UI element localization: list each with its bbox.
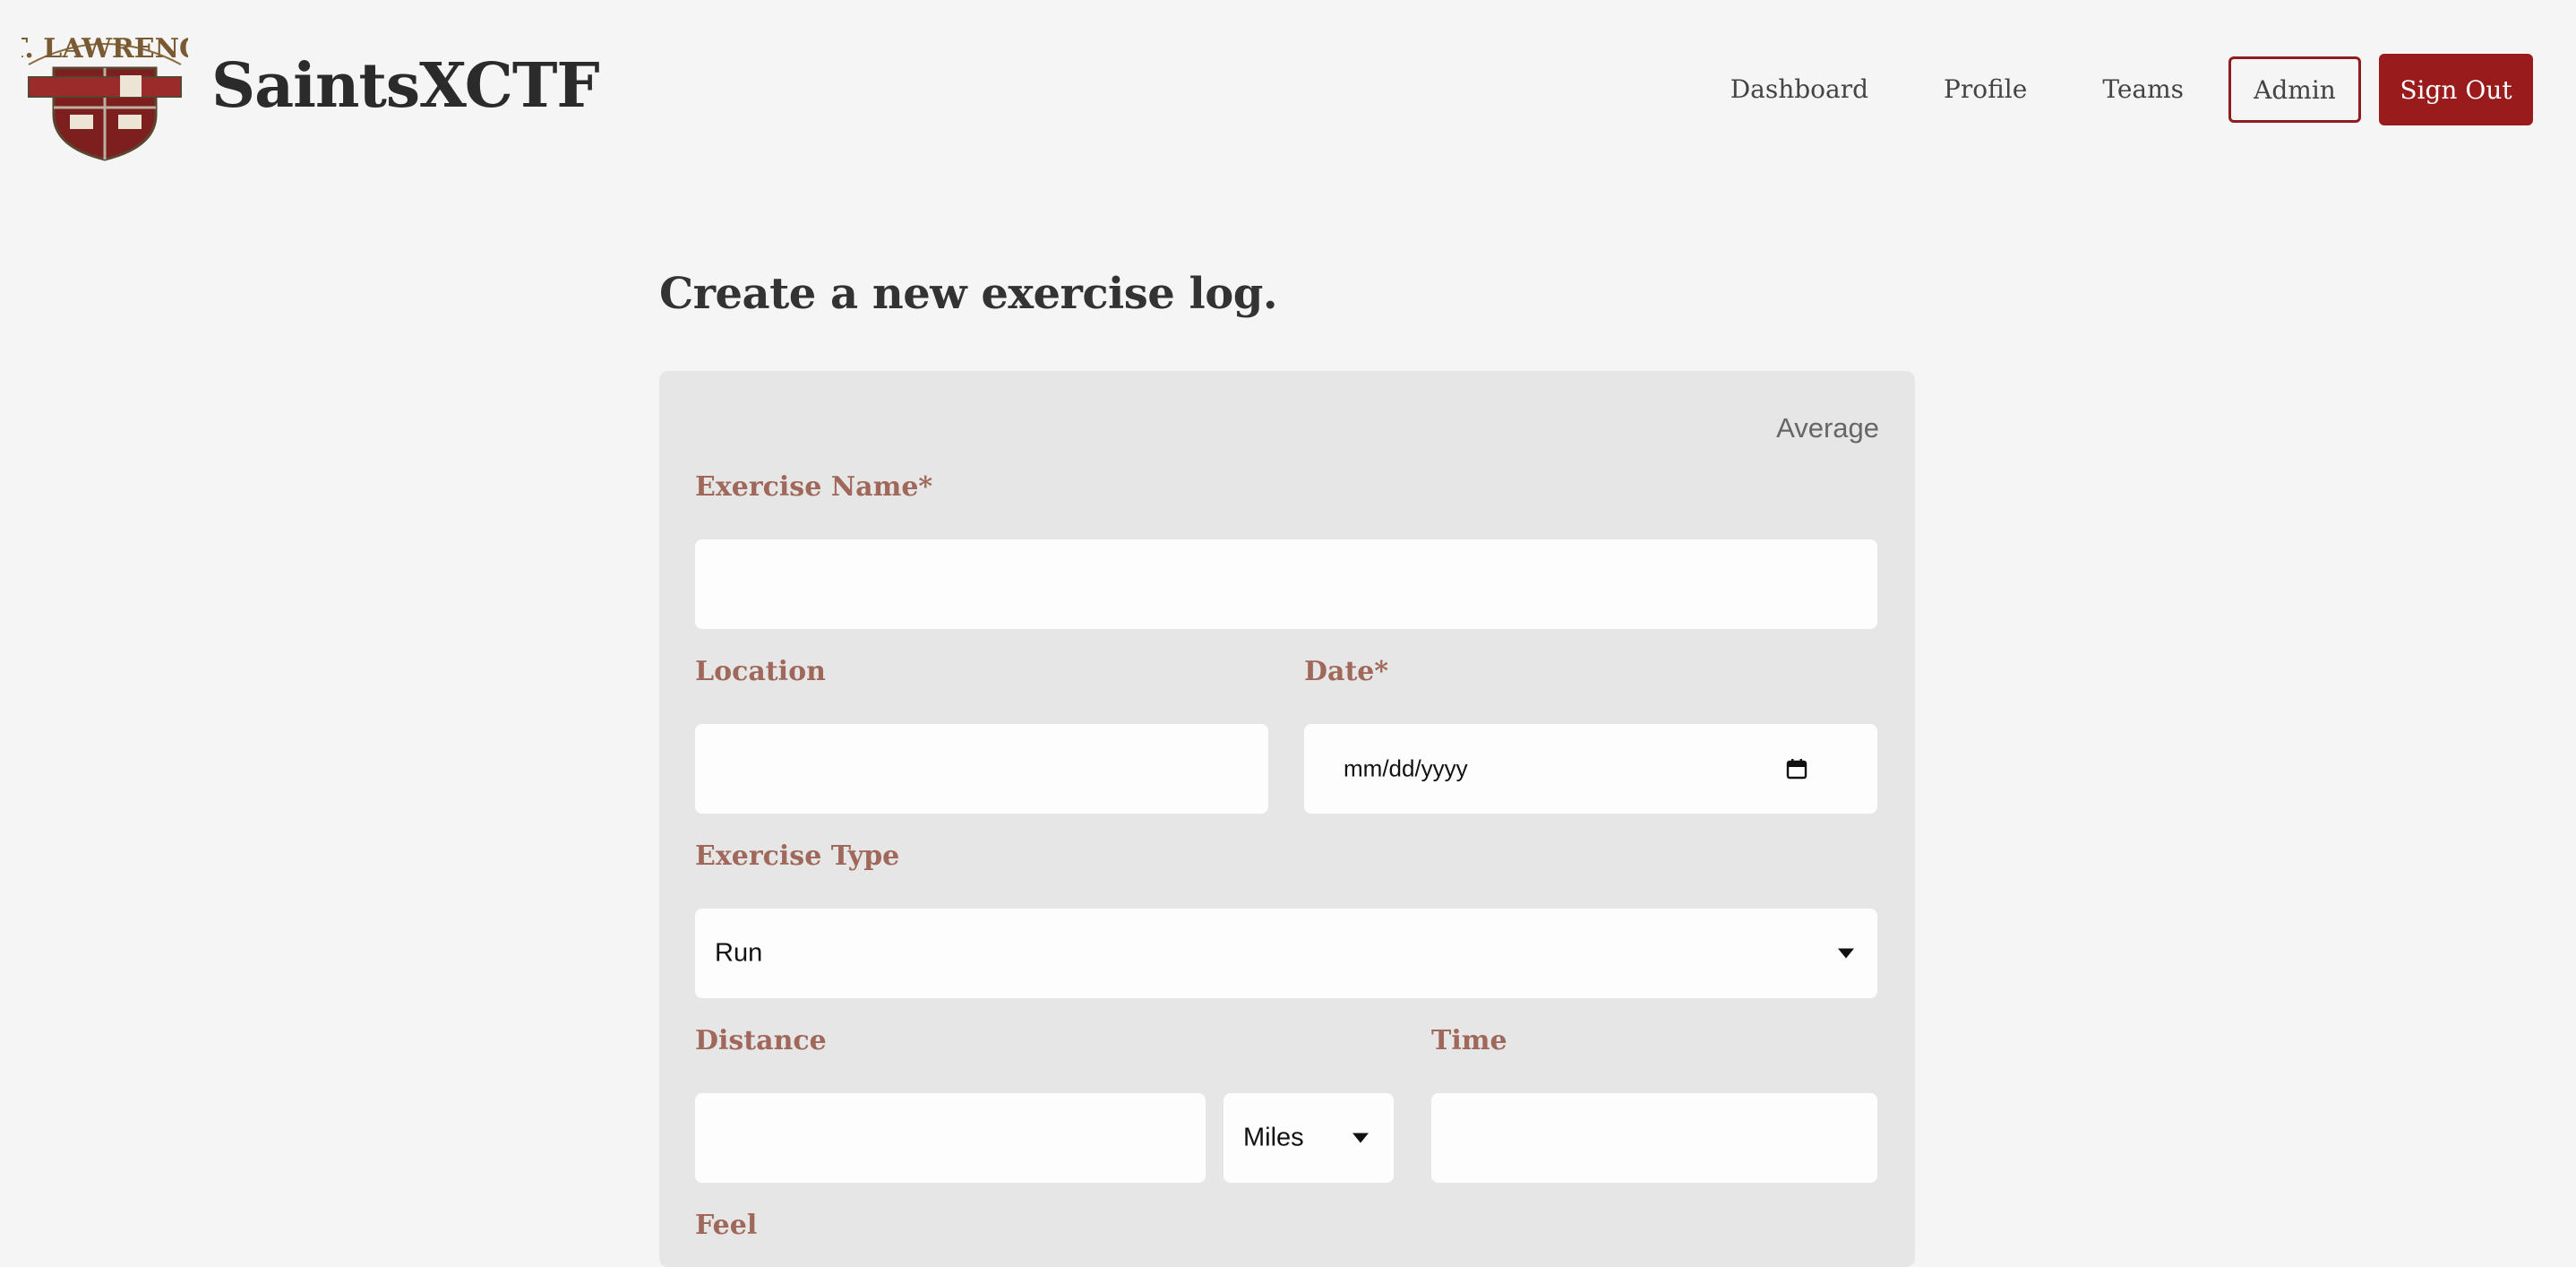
time-label: Time	[1431, 1025, 1507, 1056]
distance-unit-select[interactable]: Miles	[1224, 1093, 1394, 1183]
exercise-type-label: Exercise Type	[695, 840, 900, 872]
exercise-log-form: Average Exercise Name* Location Date* mm…	[659, 371, 1915, 1267]
date-placeholder: mm/dd/yyyy	[1344, 754, 1468, 782]
feel-label: Feel	[695, 1210, 758, 1241]
calendar-icon[interactable]	[1786, 758, 1807, 780]
distance-input[interactable]	[695, 1093, 1206, 1183]
main-nav: Dashboard Profile Teams Admin Sign Out	[1693, 54, 2533, 125]
page-title: Create a new exercise log.	[659, 269, 1278, 319]
feel-indicator: Average	[1776, 412, 1879, 444]
sign-out-button[interactable]: Sign Out	[2379, 54, 2533, 125]
date-label: Date*	[1304, 656, 1389, 687]
site-title[interactable]: SaintsXCTF	[211, 50, 600, 122]
date-input[interactable]: mm/dd/yyyy	[1304, 724, 1877, 814]
site-header: ST. LAWRENCE SaintsXCTF Dashboard Profil…	[0, 0, 2576, 179]
exercise-name-input[interactable]	[695, 539, 1877, 629]
nav-dashboard-link[interactable]: Dashboard	[1693, 54, 1906, 125]
chevron-down-icon	[1838, 948, 1854, 959]
nav-teams-link[interactable]: Teams	[2065, 54, 2221, 125]
distance-label: Distance	[695, 1025, 827, 1056]
logo-text: ST. LAWRENCE	[21, 33, 188, 65]
chevron-down-icon	[1352, 1133, 1369, 1143]
nav-profile-link[interactable]: Profile	[1906, 54, 2065, 125]
location-input[interactable]	[695, 724, 1268, 814]
exercise-name-label: Exercise Name*	[695, 471, 933, 503]
time-input[interactable]	[1431, 1093, 1877, 1183]
exercise-type-value: Run	[715, 938, 763, 968]
distance-unit-value: Miles	[1243, 1123, 1304, 1152]
admin-button[interactable]: Admin	[2228, 56, 2361, 123]
location-label: Location	[695, 656, 826, 687]
st-lawrence-logo[interactable]: ST. LAWRENCE	[0, 22, 221, 161]
exercise-type-select[interactable]: Run	[695, 909, 1877, 998]
